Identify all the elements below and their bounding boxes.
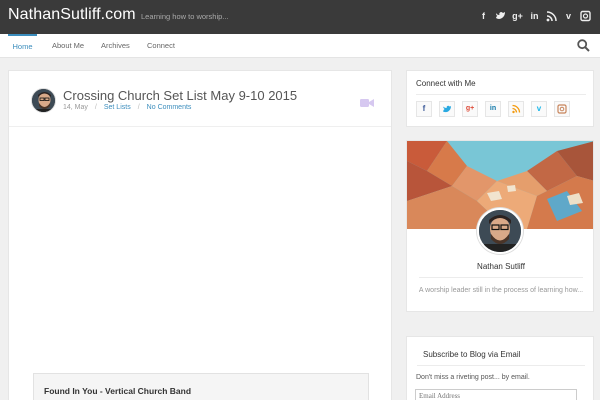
connect-widget-title: Connect with Me [416, 79, 476, 88]
instagram-icon[interactable] [580, 10, 591, 22]
author-avatar[interactable] [31, 88, 56, 113]
twitter-icon[interactable] [439, 101, 455, 117]
post-category-link[interactable]: Set Lists [104, 104, 131, 111]
rss-icon[interactable] [546, 10, 557, 22]
site-title[interactable]: NathanSutliff.com [8, 6, 136, 24]
google-plus-icon[interactable]: g+ [462, 101, 478, 117]
connect-widget: Connect with Me f g+ in v [406, 70, 594, 127]
instagram-icon[interactable] [554, 101, 570, 117]
profile-bio: A worship leader still in the process of… [418, 287, 584, 294]
google-plus-icon[interactable]: g+ [512, 10, 523, 22]
facebook-icon[interactable]: f [416, 101, 432, 117]
profile-name: Nathan Sutliff [477, 262, 525, 271]
divider [419, 277, 583, 278]
profile-widget: Nathan Sutliff A worship leader still in… [406, 140, 594, 312]
post-title[interactable]: Crossing Church Set List May 9-10 2015 [63, 88, 297, 103]
music-embed[interactable]: Found In You - Vertical Church Band [33, 373, 369, 400]
subscribe-widget: Subscribe to Blog via Email Don't miss a… [406, 336, 594, 400]
nav-item-home[interactable]: Home [8, 34, 37, 58]
nav-item-connect[interactable]: Connect [147, 34, 175, 58]
subscribe-description: Don't miss a riveting post... by email. [416, 374, 530, 381]
site-header: NathanSutliff.com Learning how to worshi… [0, 0, 600, 34]
connect-icons: f g+ in v [416, 101, 570, 117]
main-nav: Home About Me Archives Connect [0, 34, 600, 58]
subscribe-widget-title: Subscribe to Blog via Email [423, 350, 521, 359]
linkedin-icon[interactable]: in [485, 101, 501, 117]
divider [417, 365, 585, 366]
vimeo-icon[interactable]: v [531, 101, 547, 117]
twitter-icon[interactable] [495, 10, 506, 22]
post-comments-link[interactable]: No Comments [147, 104, 192, 111]
nav-item-about-me[interactable]: About Me [52, 34, 84, 58]
profile-avatar[interactable] [477, 208, 523, 254]
nav-item-archives[interactable]: Archives [101, 34, 130, 58]
video-icon [360, 95, 374, 107]
vimeo-icon[interactable]: v [563, 10, 574, 22]
divider [416, 94, 586, 95]
rss-icon[interactable] [508, 101, 524, 117]
email-field[interactable] [415, 389, 577, 400]
header-social-links: f g+ in v [478, 10, 591, 22]
post-meta: 14, May / Set Lists / No Comments [63, 104, 192, 111]
post-card: Crossing Church Set List May 9-10 2015 1… [8, 70, 392, 400]
post-header: Crossing Church Set List May 9-10 2015 1… [9, 71, 391, 127]
post-date[interactable]: 14, May [63, 104, 88, 111]
site-tagline: Learning how to worship... [141, 12, 229, 21]
search-icon[interactable] [577, 39, 590, 52]
embed-track-title: Found In You - Vertical Church Band [44, 386, 192, 396]
facebook-icon[interactable]: f [478, 10, 489, 22]
linkedin-icon[interactable]: in [529, 10, 540, 22]
